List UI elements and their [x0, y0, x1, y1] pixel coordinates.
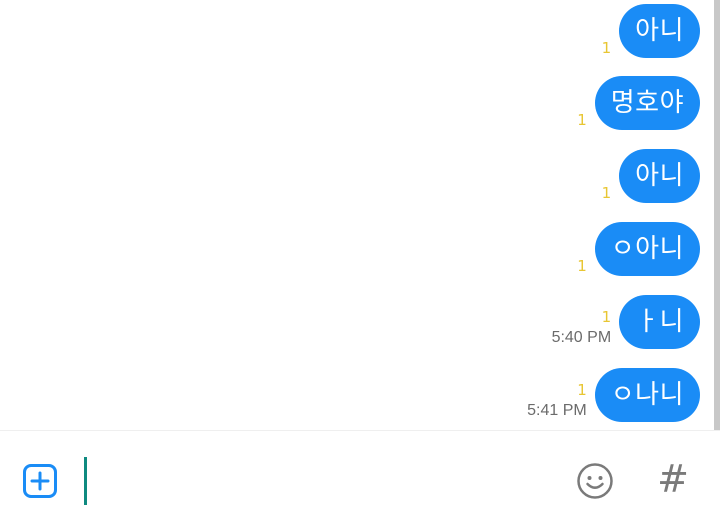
message-meta: 1 5:40 PM: [552, 309, 612, 347]
unread-count: 1: [577, 257, 587, 275]
chat-screen: 1 아니 1 명호야 1 아니 1 ㅇ아니 1 5:40 PM ㅏ니 1 5:4…: [0, 0, 720, 523]
message-row: 1 5:41 PM ㅇ나니: [527, 368, 700, 422]
message-bubble[interactable]: ㅏ니: [619, 295, 700, 349]
message-bubble[interactable]: 명호야: [594, 76, 700, 130]
message-bubble[interactable]: ㅇ나니: [594, 368, 700, 422]
hash-icon: #: [657, 457, 689, 501]
message-list[interactable]: 1 아니 1 명호야 1 아니 1 ㅇ아니 1 5:40 PM ㅏ니 1 5:4…: [0, 0, 720, 430]
message-meta: 1: [577, 112, 587, 128]
message-bubble[interactable]: ㅇ아니: [594, 222, 700, 276]
unread-count: 1: [577, 381, 587, 399]
attach-button[interactable]: [23, 464, 57, 498]
unread-count: 1: [601, 308, 612, 326]
hashtag-button[interactable]: #: [656, 459, 690, 499]
timestamp: 5:40 PM: [551, 329, 612, 346]
message-meta: 1: [602, 185, 612, 201]
message-bubble[interactable]: 아니: [619, 149, 700, 203]
text-cursor: [84, 457, 87, 505]
message-row: 1 아니: [602, 149, 700, 203]
message-row: 1 5:40 PM ㅏ니: [552, 295, 700, 349]
message-row: 1 아니: [602, 4, 700, 58]
unread-count: 1: [577, 111, 587, 129]
message-row: 1 ㅇ아니: [577, 222, 700, 276]
unread-count: 1: [601, 184, 612, 202]
message-row: 1 명호야: [577, 76, 700, 130]
smiley-icon: [577, 463, 613, 499]
message-meta: 1: [577, 258, 587, 274]
emoji-button[interactable]: [576, 462, 614, 500]
message-bubble[interactable]: 아니: [619, 4, 700, 58]
plus-icon: [30, 471, 50, 491]
scrollbar[interactable]: [714, 0, 720, 430]
timestamp: 5:41 PM: [527, 402, 587, 419]
unread-count: 1: [601, 39, 612, 57]
message-input-bar: #: [0, 431, 720, 523]
message-meta: 1: [602, 40, 612, 56]
message-meta: 1 5:41 PM: [527, 382, 587, 420]
